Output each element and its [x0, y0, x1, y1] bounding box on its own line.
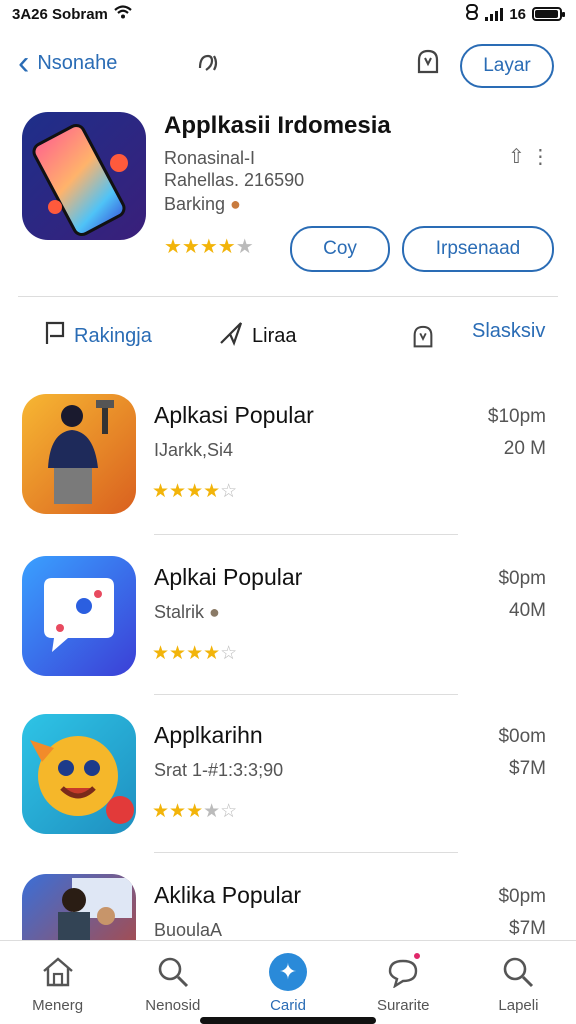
- wifi-icon: [114, 5, 132, 23]
- layar-button[interactable]: Layar: [460, 44, 554, 88]
- home-icon: [39, 953, 77, 991]
- segment-tabs: Rakingja Liraa Slasksiv: [0, 312, 576, 364]
- featured-app-developer: Ronasinal-I: [164, 148, 256, 168]
- star-icon: ✦: [269, 953, 307, 991]
- drop-icon: ●: [209, 602, 220, 622]
- phone-icon: [28, 120, 130, 240]
- rating-stars: ★★★★☆: [152, 643, 238, 664]
- tab-label: Rakingja: [74, 324, 152, 347]
- divider: [154, 694, 458, 695]
- divider: [154, 534, 458, 535]
- status-signal-value: 16: [509, 5, 526, 23]
- tab-search[interactable]: Nenosid: [115, 941, 230, 1024]
- tab-carid[interactable]: ✦ Carid: [230, 941, 345, 1024]
- tab-label: Surarite: [376, 997, 430, 1014]
- list-item[interactable]: Aplkasi Popular IJarkk,Si4 ★★★★☆ $10pm 2…: [0, 394, 576, 534]
- notification-badge: [412, 951, 423, 961]
- bell-icon[interactable]: [410, 324, 436, 357]
- app-subtitle: IJarkk,Si4: [154, 440, 234, 460]
- tab-rakingja[interactable]: Rakingja: [44, 320, 152, 352]
- share-icon[interactable]: ⇧ ⋮: [508, 144, 550, 169]
- tab-label: Nenosid: [145, 997, 201, 1014]
- decor-dot: [48, 200, 62, 214]
- tab-label: Liraa: [252, 324, 297, 347]
- featured-app-icon[interactable]: [22, 112, 146, 240]
- status-bar: 3A26 Sobram 16: [0, 0, 576, 28]
- app-subtitle: Stalrik ●: [154, 602, 220, 623]
- app-icon-emoji: [22, 714, 136, 834]
- app-icon-chat: [22, 556, 136, 676]
- flag-icon: [44, 320, 66, 352]
- app-name: Aklika Popular: [154, 882, 302, 908]
- home-indicator[interactable]: [200, 1017, 376, 1024]
- tab-lapeli[interactable]: Lapeli: [461, 941, 576, 1024]
- tab-label: Lapeli: [498, 997, 539, 1014]
- app-price: $10pm: [487, 406, 546, 427]
- search-icon: [499, 953, 537, 991]
- rating-stars: ★★★★☆: [152, 481, 238, 502]
- featured-app-title: Applkasii Irdomesia: [164, 112, 391, 139]
- tab-liraa[interactable]: Liraa: [218, 320, 296, 352]
- rating-stars: ★★★★☆: [152, 801, 238, 822]
- tab-label: Slasksiv: [472, 320, 546, 342]
- app-price: $0om: [498, 726, 546, 747]
- app-price: $0pm: [498, 568, 546, 589]
- arrow-icon: [218, 320, 244, 352]
- back-button[interactable]: ‹ Nsonahe: [18, 44, 118, 82]
- status-time: 3A26 Sobram: [12, 5, 108, 23]
- app-subtitle: Srat 1-#1:3:3;90: [154, 760, 284, 780]
- divider: [154, 852, 458, 853]
- featured-rating-stars: ★★★★★: [164, 236, 254, 258]
- app-size: $7M: [509, 758, 546, 779]
- list-item[interactable]: Aplkai Popular Stalrik ● ★★★★☆ $0pm 40M: [0, 556, 576, 696]
- link-icon: [465, 4, 479, 24]
- tab-label: Carid: [270, 997, 306, 1014]
- chevron-left-icon: ‹: [18, 44, 30, 82]
- notification-icon[interactable]: [414, 48, 442, 83]
- navigation-bar: ‹ Nsonahe Layar: [0, 36, 576, 96]
- app-name: Aplkasi Popular: [154, 402, 314, 428]
- signal-icon: [485, 7, 504, 21]
- tab-home[interactable]: Menerg: [0, 941, 115, 1024]
- tab-surarite[interactable]: Surarite: [346, 941, 461, 1024]
- featured-app-ratings: Rahellas. 216590: [164, 170, 305, 190]
- app-size: 20 M: [503, 438, 546, 459]
- tab-label: Menerg: [32, 997, 84, 1014]
- featured-app-category: Barking ●: [164, 194, 241, 215]
- app-name: Applkarihn: [154, 722, 263, 748]
- audio-icon[interactable]: [196, 50, 222, 82]
- featured-app: Applkasii Irdomesia Ronasinal-I Rahellas…: [0, 108, 576, 288]
- app-icon-person: [22, 394, 136, 514]
- decor-dot: [110, 154, 128, 172]
- search-icon: [154, 953, 192, 991]
- back-label: Nsonahe: [37, 51, 118, 74]
- app-size: $7M: [509, 918, 546, 939]
- battery-icon: [532, 7, 565, 21]
- coy-button[interactable]: Coy: [290, 226, 390, 272]
- tab-slasksiv[interactable]: Slasksiv: [472, 320, 545, 343]
- list-item[interactable]: Applkarihn Srat 1-#1:3:3;90 ★★★★☆ $0om $…: [0, 714, 576, 854]
- app-price: $0pm: [498, 886, 546, 907]
- irpsenaad-button[interactable]: Irpsenaad: [402, 226, 554, 272]
- chat-icon: [384, 951, 423, 991]
- app-size: 40M: [509, 600, 546, 621]
- app-subtitle-text: Stalrik: [154, 602, 205, 622]
- app-subtitle: BuoulaA: [154, 920, 223, 940]
- category-label: Barking: [164, 194, 226, 214]
- divider: [18, 296, 558, 297]
- bottom-tab-bar: Menerg Nenosid ✦ Carid Surarite Lapeli: [0, 940, 576, 1024]
- app-name: Aplkai Popular: [154, 564, 303, 590]
- leaf-icon: ●: [230, 194, 241, 214]
